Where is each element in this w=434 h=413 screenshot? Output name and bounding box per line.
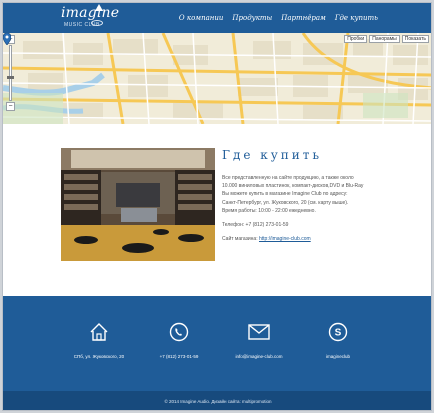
description-line: 10.000 виниловых пластинок, компакт-диск… bbox=[222, 183, 364, 190]
map-pin-icon[interactable] bbox=[3, 33, 11, 45]
svg-text:S: S bbox=[335, 328, 342, 339]
footer-skype-label: imagineclub bbox=[325, 354, 350, 359]
main-nav: О компании Продукты Партнёрам Где купить bbox=[179, 14, 378, 22]
site-link[interactable]: http://imagine-club.com bbox=[259, 236, 311, 242]
description-line: Время работы: 10:00 - 22:00 ежедневно. bbox=[222, 207, 316, 214]
footer-address-label: СПб, ул. Жуковского, 20 bbox=[73, 354, 125, 359]
map-toolbar: Пробки Панорамы Показать bbox=[344, 35, 429, 43]
home-icon bbox=[90, 323, 108, 341]
nav-link-about[interactable]: О компании bbox=[179, 14, 223, 22]
skype-icon: S bbox=[328, 322, 348, 342]
site-header: imagine MUSIC CLUB О компании Продукты П… bbox=[3, 3, 431, 33]
nav-link-where-to-buy[interactable]: Где купить bbox=[335, 14, 378, 22]
site-footer: СПб, ул. Жуковского, 20 +7 (812) 273-01-… bbox=[3, 296, 431, 391]
nav-link-products[interactable]: Продукты bbox=[232, 14, 272, 22]
site-label: Сайт магазина: bbox=[222, 236, 258, 243]
map-view[interactable]: + − Пробки Панорамы Показать bbox=[3, 33, 431, 124]
description-line: Все представленную на сайте продукцию, а… bbox=[222, 175, 354, 181]
panoramas-button[interactable]: Панорамы bbox=[369, 35, 400, 43]
show-layers-button[interactable]: Показать bbox=[401, 35, 429, 43]
description-line: Вы можете купить в магазине Imagine Club… bbox=[222, 191, 348, 198]
zoom-out-button[interactable]: − bbox=[6, 102, 15, 111]
description-line: Санкт-Петербург, ул. Жуковского, 20 (см.… bbox=[222, 199, 349, 206]
map-zoom-controls: + − bbox=[6, 35, 16, 112]
store-photo bbox=[61, 148, 215, 261]
footer-email: info@imagine-club.com bbox=[219, 321, 299, 359]
store-site: Сайт магазина: http://imagine-club.com bbox=[222, 235, 431, 243]
footer-email-label: info@imagine-club.com bbox=[235, 354, 283, 359]
page-title: Где купить bbox=[222, 148, 322, 162]
logo-arc-shape bbox=[91, 20, 103, 26]
map-canvas bbox=[3, 33, 431, 124]
copyright: © 2014 Imagine Audio. Дизайн сайта: mult… bbox=[3, 391, 431, 410]
store-interior-image bbox=[61, 148, 215, 261]
nav-link-partners[interactable]: Партнёрам bbox=[281, 14, 326, 22]
footer-address: СПб, ул. Жуковского, 20 bbox=[59, 321, 139, 359]
footer-skype: S imagineclub bbox=[298, 321, 378, 359]
page: imagine MUSIC CLUB О компании Продукты П… bbox=[2, 2, 432, 411]
store-phone: Телефон: +7 (812) 273-01-59 bbox=[222, 222, 289, 229]
store-description: Все представленную на сайте продукцию, а… bbox=[222, 174, 431, 243]
mail-icon bbox=[248, 324, 270, 340]
phone-icon bbox=[169, 322, 189, 342]
logo[interactable]: imagine MUSIC CLUB bbox=[61, 4, 119, 31]
footer-phone-label: +7 (812) 273-01-59 bbox=[159, 354, 199, 359]
zoom-slider[interactable] bbox=[7, 45, 14, 101]
traffic-button[interactable]: Пробки bbox=[344, 35, 368, 43]
logo-text: imagine bbox=[61, 5, 120, 21]
footer-phone: +7 (812) 273-01-59 bbox=[139, 321, 219, 359]
zoom-slider-thumb[interactable] bbox=[7, 76, 14, 79]
